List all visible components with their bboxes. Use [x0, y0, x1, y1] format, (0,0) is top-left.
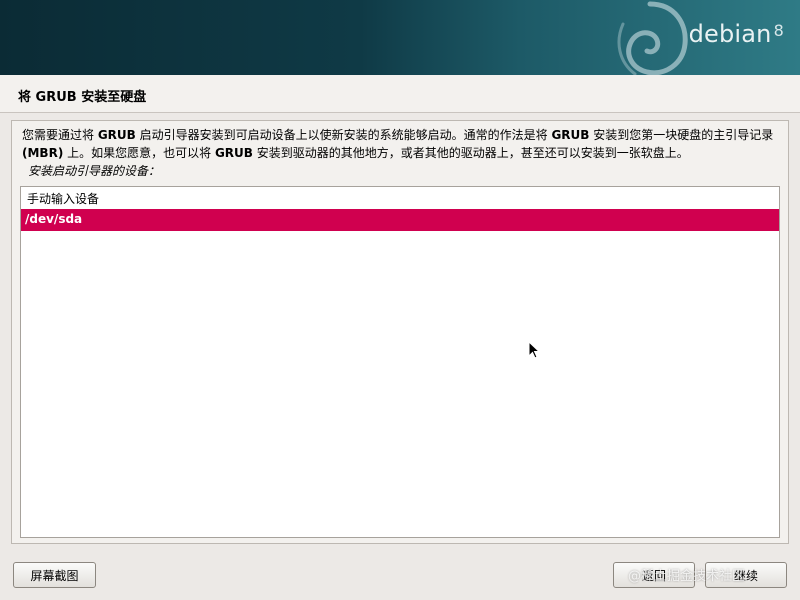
desc-line2-part1: 上。如果您愿意，也可以将 [63, 146, 215, 160]
list-item-manual-entry[interactable]: 手动输入设备 [21, 187, 779, 209]
device-list-label: 安装启动引导器的设备： [28, 164, 161, 178]
screenshot-button[interactable]: 屏幕截图 [13, 562, 96, 588]
page-title: 将 GRUB 安装至硬盘 [18, 90, 147, 105]
brand-name: debian [688, 20, 772, 48]
device-listbox[interactable]: 手动输入设备 /dev/sda [20, 186, 780, 538]
back-button[interactable]: 返回 [613, 562, 695, 588]
list-item-dev-sda[interactable]: /dev/sda [21, 209, 779, 231]
desc-line1-part1: 您需要通过将 [22, 128, 98, 142]
desc-line1-bold1: GRUB [97, 128, 136, 142]
description-text: 您需要通过将 GRUB 启动引导器安装到可启动设备上以使新安装的系统能够启动。通… [22, 126, 782, 162]
desc-line2-part2: 安装到驱动器的其他地方，或者其他的驱动器上，甚至还可以安装到一张软盘上。 [252, 146, 689, 160]
brand-version: 8 [773, 21, 784, 40]
main-panel: 您需要通过将 GRUB 启动引导器安装到可启动设备上以使新安装的系统能够启动。通… [11, 120, 789, 544]
brand-logo: debian 8 [689, 20, 784, 48]
desc-line1-part2: 启动引导器安装到可启动设备上以使新安装的系统能够启动。通常的作法是将 [135, 128, 552, 142]
title-bar: 将 GRUB 安装至硬盘 [0, 75, 800, 113]
header-banner: debian 8 [0, 0, 800, 75]
debian-swirl-icon [617, 1, 688, 75]
continue-button[interactable]: 继续 [705, 562, 787, 588]
desc-line2-bold: (MBR) [22, 146, 64, 160]
mouse-pointer-icon [528, 341, 540, 359]
desc-line2-bold2: GRUB [214, 146, 253, 160]
desc-line1-part3: 安装到您第一块硬盘的主引导记录 [589, 128, 774, 142]
desc-line1-bold2: GRUB [551, 128, 590, 142]
